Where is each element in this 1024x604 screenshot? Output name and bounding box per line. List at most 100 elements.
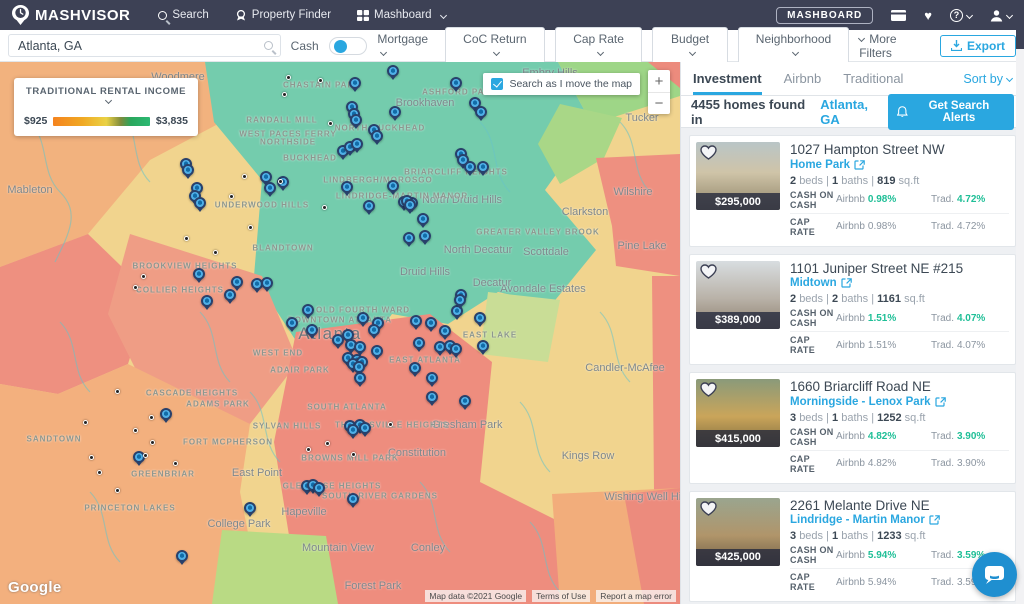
map-pin[interactable]: [244, 502, 256, 514]
map-pin[interactable]: [359, 422, 371, 434]
property-photo[interactable]: $415,000: [696, 379, 780, 447]
property-address[interactable]: 2261 Melante Drive NE: [790, 498, 1009, 514]
account-menu[interactable]: [990, 9, 1012, 22]
property-card[interactable]: $295,000 1027 Hampton Street NW Home Par…: [689, 135, 1016, 247]
map-pin[interactable]: [224, 289, 236, 301]
help-menu[interactable]: ?: [950, 9, 972, 22]
map-pin[interactable]: [413, 337, 425, 349]
heatmap-map[interactable]: AtlantaWoodmereEmbry HillsTuckerMableton…: [0, 62, 680, 604]
zoom-out-button[interactable]: −: [648, 92, 670, 114]
property-card[interactable]: $415,000 1660 Briarcliff Road NE Morning…: [689, 372, 1016, 484]
results-location-link[interactable]: Atlanta, GA: [820, 97, 888, 127]
mashboard-button[interactable]: MASHBOARD: [776, 7, 873, 24]
chat-launcher-button[interactable]: [972, 552, 1017, 597]
map-pin[interactable]: [357, 312, 369, 324]
map-pin[interactable]: [387, 65, 399, 77]
neighborhood-link[interactable]: Morningside - Lenox Park: [790, 396, 1009, 408]
map-pin[interactable]: [194, 197, 206, 209]
map-pin[interactable]: [354, 372, 366, 384]
map-pin[interactable]: [371, 130, 383, 142]
map-pin[interactable]: [459, 395, 471, 407]
tab-investment[interactable]: Investment: [693, 62, 762, 95]
map-pin[interactable]: [419, 230, 431, 242]
neighborhood-filter[interactable]: Neighborhood: [738, 27, 849, 65]
card-icon[interactable]: [891, 10, 906, 21]
mortgage-dropdown[interactable]: Mortgage: [377, 32, 435, 60]
map-pin[interactable]: [368, 324, 380, 336]
map-pin[interactable]: [341, 181, 353, 193]
map-pin[interactable]: [350, 114, 362, 126]
map-pin[interactable]: [387, 180, 399, 192]
neighborhood-link[interactable]: Midtown: [790, 277, 1009, 289]
tab-airbnb[interactable]: Airbnb: [784, 62, 822, 95]
checkbox-checked-icon[interactable]: [491, 78, 503, 90]
page-scrollbar-track[interactable]: [1016, 30, 1024, 604]
map-pin[interactable]: [332, 334, 344, 346]
map-pin[interactable]: [182, 164, 194, 176]
map-pin[interactable]: [409, 362, 421, 374]
property-card[interactable]: $389,000 1101 Juniper Street NE #215 Mid…: [689, 254, 1016, 366]
location-search-input[interactable]: [16, 38, 264, 54]
more-filters[interactable]: More Filters: [859, 32, 930, 60]
favorite-heart-icon[interactable]: [700, 382, 717, 397]
map-pin[interactable]: [201, 295, 213, 307]
map-pin[interactable]: [347, 493, 359, 505]
report-error-link[interactable]: Report a map error: [596, 590, 676, 602]
map-pin[interactable]: [351, 138, 363, 150]
map-pin[interactable]: [371, 345, 383, 357]
map-pin[interactable]: [426, 372, 438, 384]
property-address[interactable]: 1660 Briarcliff Road NE: [790, 379, 1009, 395]
map-pin[interactable]: [363, 200, 375, 212]
page-scrollbar-thumb[interactable]: [1016, 30, 1024, 49]
zoom-in-button[interactable]: +: [648, 70, 670, 92]
map-pin[interactable]: [417, 213, 429, 225]
map-pin[interactable]: [264, 182, 276, 194]
map-pin[interactable]: [286, 317, 298, 329]
favorite-heart-icon[interactable]: [700, 145, 717, 160]
favorite-heart-icon[interactable]: [700, 501, 717, 516]
map-pin[interactable]: [389, 106, 401, 118]
map-pin[interactable]: [464, 161, 476, 173]
map-pin[interactable]: [176, 550, 188, 562]
map-pin[interactable]: [193, 268, 205, 280]
map-pin[interactable]: [347, 424, 359, 436]
map-pin[interactable]: [426, 391, 438, 403]
property-photo[interactable]: $295,000: [696, 142, 780, 210]
map-pin[interactable]: [404, 199, 416, 211]
map-pin[interactable]: [313, 482, 325, 494]
map-pin[interactable]: [410, 315, 422, 327]
nav-item-mashboard[interactable]: Mashboard: [357, 9, 446, 21]
map-pin[interactable]: [261, 277, 273, 289]
cash-mortgage-toggle[interactable]: [329, 37, 368, 55]
neighborhood-link[interactable]: Lindridge - Martin Manor: [790, 514, 1009, 526]
map-pin[interactable]: [477, 340, 489, 352]
get-search-alerts-button[interactable]: Get Search Alerts: [888, 94, 1014, 130]
property-photo[interactable]: $425,000: [696, 498, 780, 566]
nav-item-search[interactable]: Search: [158, 9, 208, 21]
map-pin[interactable]: [477, 161, 489, 173]
map-pin[interactable]: [475, 106, 487, 118]
map-pin[interactable]: [454, 294, 466, 306]
map-pin[interactable]: [439, 325, 451, 337]
map-pin[interactable]: [306, 324, 318, 336]
cap-rate-filter[interactable]: Cap Rate: [555, 27, 643, 65]
favorite-heart-icon[interactable]: [700, 264, 717, 279]
nav-item-property-finder[interactable]: Property Finder: [235, 9, 331, 21]
property-address[interactable]: 1027 Hampton Street NW: [790, 142, 1009, 158]
map-pin[interactable]: [354, 341, 366, 353]
property-address[interactable]: 1101 Juniper Street NE #215: [790, 261, 1009, 277]
tab-traditional[interactable]: Traditional: [843, 62, 903, 95]
map-pin[interactable]: [450, 77, 462, 89]
budget-filter[interactable]: Budget: [652, 27, 727, 65]
legend-title[interactable]: TRADITIONAL RENTAL INCOME: [24, 86, 188, 108]
terms-link[interactable]: Terms of Use: [532, 590, 590, 602]
mashvisor-logo[interactable]: MASHVISOR: [12, 5, 130, 25]
map-pin[interactable]: [403, 232, 415, 244]
neighborhood-link[interactable]: Home Park: [790, 159, 1009, 171]
location-search-box[interactable]: [8, 34, 281, 57]
export-button[interactable]: Export: [940, 35, 1016, 57]
heatmap-legend[interactable]: TRADITIONAL RENTAL INCOME $925 $3,835: [14, 78, 198, 136]
map-pin[interactable]: [450, 343, 462, 355]
map-pin[interactable]: [231, 276, 243, 288]
map-pin[interactable]: [425, 317, 437, 329]
